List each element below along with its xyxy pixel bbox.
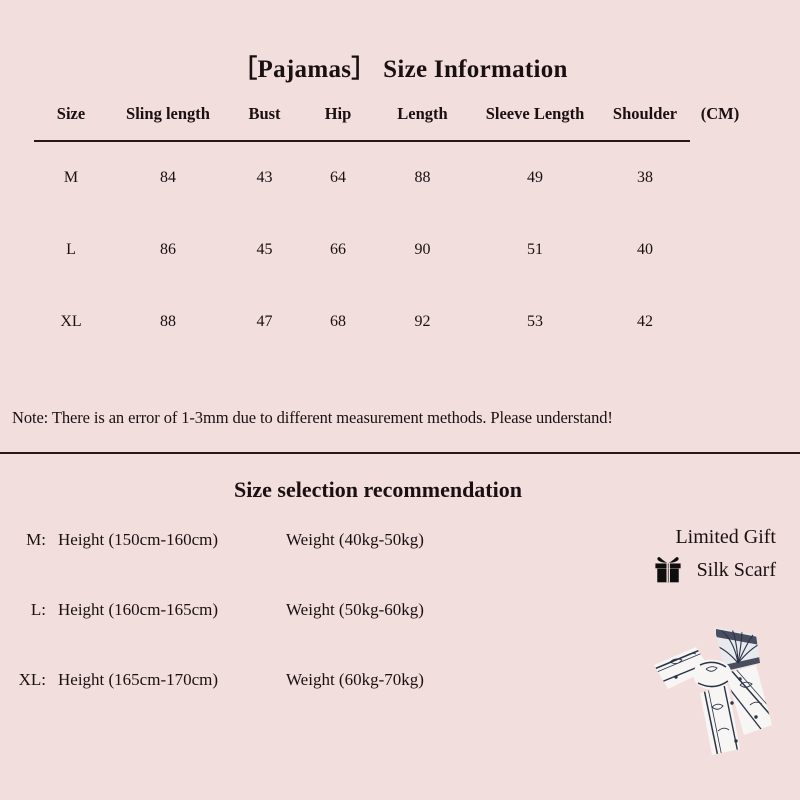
table-header-row: Size Sling length Bust Hip Length Sleeve… [34, 104, 750, 141]
list-item: M: Height (150cm-160cm) Weight (40kg-50k… [0, 530, 600, 600]
list-item: XL: Height (165cm-170cm) Weight (60kg-70… [0, 670, 600, 740]
section-divider [0, 452, 800, 454]
cell-sling-length: 88 [160, 313, 176, 330]
list-item: L: Height (160cm-165cm) Weight (50kg-60k… [0, 600, 600, 670]
recommendation-size: M: [26, 530, 46, 549]
cell-bust: 45 [256, 241, 273, 258]
cell-hip: 66 [330, 241, 346, 258]
recommendation-weight: Weight (50kg-60kg) [286, 600, 424, 619]
recommendation-list: M: Height (150cm-160cm) Weight (40kg-50k… [0, 530, 600, 740]
recommendation-size: L: [30, 600, 46, 619]
cell-sleeve-length: 49 [527, 169, 543, 186]
table-row: L 86 45 66 90 51 40 [34, 214, 750, 286]
cell-unit [690, 141, 750, 214]
column-header-sleeve-length: Sleeve Length [485, 104, 585, 123]
size-table: Size Sling length Bust Hip Length Sleeve… [34, 104, 750, 358]
cell-size: XL [60, 313, 82, 330]
size-table-header: Size Sling length Bust Hip Length Sleeve… [34, 104, 750, 141]
recommendation-height: Height (150cm-160cm) [58, 530, 219, 549]
size-table-section: ［Pajamas］ Size Information Size Sling le… [0, 0, 800, 452]
recommendation-weight: Weight (40kg-50kg) [286, 530, 424, 549]
table-row: XL 88 47 68 92 53 42 [34, 286, 750, 358]
limited-gift-block: Limited Gift Silk Scarf [602, 525, 782, 584]
cell-sleeve-length: 51 [527, 241, 543, 258]
silk-scarf-image [654, 627, 772, 755]
cell-hip: 68 [330, 313, 346, 330]
cell-length: 88 [414, 169, 431, 186]
cell-length: 90 [414, 241, 431, 258]
gift-box-icon [654, 557, 681, 583]
gift-item-name: Silk Scarf [696, 558, 776, 581]
column-header-shoulder: Shoulder [612, 104, 678, 123]
column-header-size: Size [56, 104, 86, 123]
cell-unit [690, 214, 750, 286]
column-header-length: Length [397, 104, 448, 123]
gift-headline: Limited Gift [675, 526, 776, 548]
column-header-hip: Hip [324, 104, 352, 123]
cell-size: M [63, 169, 79, 186]
recommendation-weight: Weight (60kg-70kg) [286, 670, 424, 689]
cell-sleeve-length: 53 [527, 313, 543, 330]
table-row: M 84 43 64 88 49 38 [34, 141, 750, 214]
cell-shoulder: 38 [637, 169, 653, 186]
gift-item-row: Silk Scarf [602, 556, 782, 584]
recommendation-height: Height (165cm-170cm) [58, 670, 219, 689]
column-header-sling-length: Sling length [126, 104, 210, 123]
cell-size: L [66, 241, 76, 258]
column-header-unit: (CM) [700, 104, 740, 123]
measurement-note: Note: There is an error of 1-3mm due to … [12, 408, 613, 427]
cell-bust: 47 [256, 313, 273, 330]
cell-sling-length: 84 [160, 169, 176, 186]
size-table-body: M 84 43 64 88 49 38 L 86 45 66 90 51 40 [34, 141, 750, 358]
cell-unit [690, 286, 750, 358]
recommendation-height: Height (160cm-165cm) [58, 600, 219, 619]
size-information-page: ［Pajamas］ Size Information Size Sling le… [0, 0, 800, 800]
column-header-bust: Bust [248, 104, 281, 123]
cell-shoulder: 42 [637, 313, 653, 330]
page-title: ［Pajamas］ Size Information [232, 56, 568, 83]
recommendation-size: XL: [18, 670, 46, 689]
cell-shoulder: 40 [637, 241, 653, 258]
recommendation-title: Size selection recommendation [234, 477, 522, 502]
size-recommendation-section: Size selection recommendation M: Height … [0, 455, 800, 800]
cell-length: 92 [414, 313, 431, 330]
cell-sling-length: 86 [160, 241, 176, 258]
cell-hip: 64 [330, 169, 346, 186]
cell-bust: 43 [256, 169, 273, 186]
